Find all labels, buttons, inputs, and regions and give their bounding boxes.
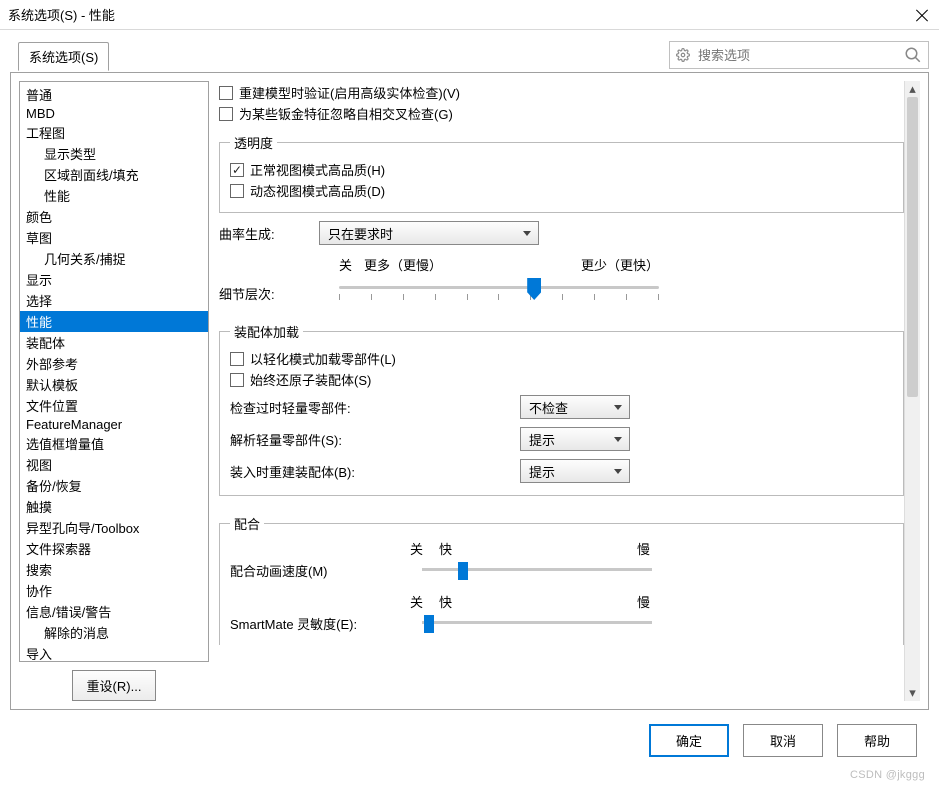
tab-system-options[interactable]: 系统选项(S) (18, 42, 109, 71)
slider-detail[interactable] (339, 278, 659, 308)
label-dynamic-view-hq: 动态视图模式高品质(D) (250, 181, 385, 200)
watermark: CSDN @jkggg (850, 769, 925, 781)
scroll-down-icon[interactable]: ▾ (905, 685, 920, 701)
nav-item-19[interactable]: 备份/恢复 (20, 475, 208, 496)
gear-icon (676, 48, 690, 62)
slider-mate-fast: 快 (439, 539, 452, 558)
label-restore-subassy: 始终还原子装配体(S) (250, 370, 371, 389)
nav-item-13[interactable]: 外部参考 (20, 353, 208, 374)
nav-item-25[interactable]: 信息/错误/警告 (20, 601, 208, 622)
nav-item-22[interactable]: 文件探索器 (20, 538, 208, 559)
nav-item-10[interactable]: 选择 (20, 290, 208, 311)
nav-item-21[interactable]: 异型孔向导/Toolbox (20, 517, 208, 538)
nav-item-16[interactable]: FeatureManager (20, 416, 208, 433)
ok-button[interactable]: 确定 (649, 724, 729, 757)
label-smartmate-sensitivity: SmartMate 灵敏度(E): (230, 614, 410, 633)
window-title: 系统选项(S) - 性能 (8, 5, 115, 24)
nav-item-2[interactable]: 工程图 (20, 122, 208, 143)
nav-item-5[interactable]: 性能 (20, 185, 208, 206)
reset-button[interactable]: 重设(R)... (72, 670, 157, 701)
nav-item-9[interactable]: 显示 (20, 269, 208, 290)
search-icon[interactable] (904, 46, 922, 64)
label-detail: 细节层次: (219, 284, 331, 303)
label-check-outdated: 检查过时轻量零部件: (230, 398, 520, 417)
nav-item-27[interactable]: 导入 (20, 643, 208, 662)
slider-detail-less: 更少（更快） (581, 255, 659, 274)
slider-smart-slow: 慢 (637, 592, 650, 611)
label-lightweight-load: 以轻化模式加载零部件(L) (250, 349, 396, 368)
label-rebuild-verify: 重建模型时验证(启用高级实体检查)(V) (239, 83, 460, 102)
checkbox-sheetmetal-skip[interactable] (219, 107, 233, 121)
search-box[interactable] (669, 41, 929, 69)
nav-item-18[interactable]: 视图 (20, 454, 208, 475)
group-assembly-loading: 装配体加载 (230, 322, 303, 341)
nav-item-17[interactable]: 选值框增量值 (20, 433, 208, 454)
nav-item-4[interactable]: 区域剖面线/填充 (20, 164, 208, 185)
group-mate: 配合 (230, 514, 264, 533)
search-input[interactable] (696, 47, 898, 64)
slider-detail-off: 关 (339, 255, 352, 274)
help-button[interactable]: 帮助 (837, 724, 917, 757)
nav-tree[interactable]: 普通MBD工程图显示类型区域剖面线/填充性能颜色草图几何关系/捕捉显示选择性能装… (19, 81, 209, 662)
group-transparency: 透明度 (230, 133, 277, 152)
select-curvature[interactable]: 只在要求时 (319, 221, 539, 245)
nav-item-26[interactable]: 解除的消息 (20, 622, 208, 643)
nav-item-12[interactable]: 装配体 (20, 332, 208, 353)
slider-smartmate-sensitivity[interactable] (422, 611, 652, 635)
nav-item-3[interactable]: 显示类型 (20, 143, 208, 164)
nav-item-14[interactable]: 默认模板 (20, 374, 208, 395)
nav-item-23[interactable]: 搜索 (20, 559, 208, 580)
label-normal-view-hq: 正常视图模式高品质(H) (250, 160, 385, 179)
slider-smart-fast: 快 (439, 592, 452, 611)
checkbox-rebuild-verify[interactable] (219, 86, 233, 100)
nav-item-6[interactable]: 颜色 (20, 206, 208, 227)
nav-item-24[interactable]: 协作 (20, 580, 208, 601)
slider-mate-anim-speed[interactable] (422, 558, 652, 582)
nav-item-7[interactable]: 草图 (20, 227, 208, 248)
nav-item-8[interactable]: 几何关系/捕捉 (20, 248, 208, 269)
slider-mate-slow: 慢 (637, 539, 650, 558)
checkbox-lightweight-load[interactable] (230, 352, 244, 366)
nav-item-0[interactable]: 普通 (20, 84, 208, 105)
checkbox-normal-view-hq[interactable] (230, 163, 244, 177)
select-resolve-lightweight[interactable]: 提示 (520, 427, 630, 451)
cancel-button[interactable]: 取消 (743, 724, 823, 757)
label-mate-anim-speed: 配合动画速度(M) (230, 561, 410, 580)
label-resolve-lightweight: 解析轻量零部件(S): (230, 430, 520, 449)
slider-smart-off: 关 (410, 592, 423, 611)
select-check-outdated[interactable]: 不检查 (520, 395, 630, 419)
label-rebuild-on-load: 装入时重建装配体(B): (230, 462, 520, 481)
nav-item-1[interactable]: MBD (20, 105, 208, 122)
nav-item-15[interactable]: 文件位置 (20, 395, 208, 416)
slider-mate-off: 关 (410, 539, 423, 558)
select-rebuild-on-load[interactable]: 提示 (520, 459, 630, 483)
label-sheetmetal-skip: 为某些钣金特征忽略自相交叉检查(G) (239, 104, 453, 123)
close-icon[interactable] (915, 8, 929, 22)
checkbox-restore-subassy[interactable] (230, 373, 244, 387)
scroll-up-icon[interactable]: ▴ (905, 81, 920, 97)
nav-item-11[interactable]: 性能 (20, 311, 208, 332)
slider-detail-more: 更多（更慢） (364, 255, 442, 274)
content-scrollbar[interactable]: ▴ ▾ (904, 81, 920, 701)
nav-item-20[interactable]: 触摸 (20, 496, 208, 517)
label-curvature: 曲率生成: (219, 224, 319, 243)
checkbox-dynamic-view-hq[interactable] (230, 184, 244, 198)
